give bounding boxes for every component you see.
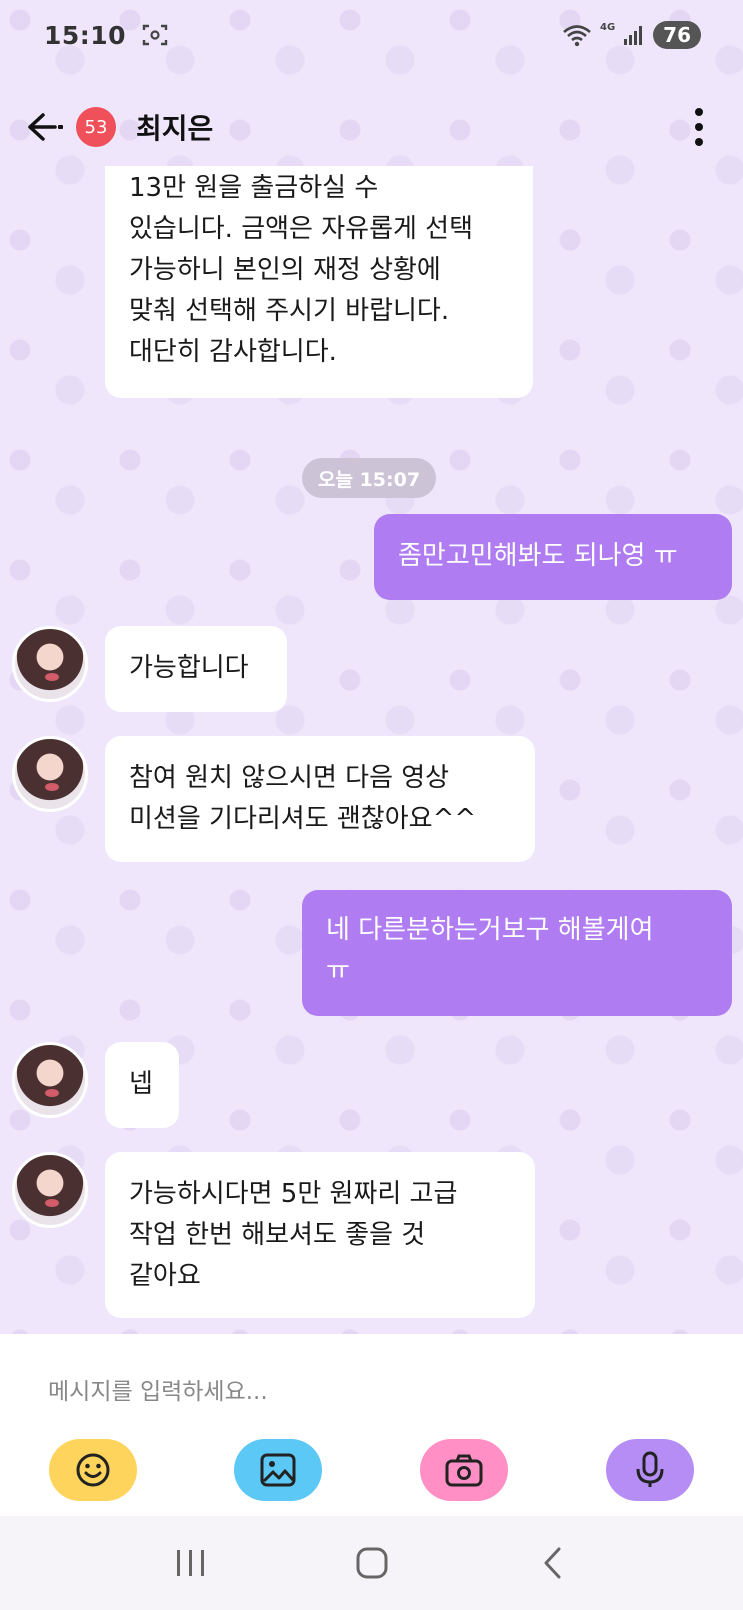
network-type-label: 4G — [599, 21, 616, 33]
back-arrow-icon — [28, 113, 63, 141]
image-icon — [260, 1453, 296, 1487]
wifi-icon — [563, 25, 591, 47]
incoming-message: 넵 — [105, 1042, 179, 1128]
back-button[interactable] — [26, 107, 66, 147]
home-icon — [356, 1547, 387, 1579]
contact-avatar[interactable] — [12, 1042, 88, 1118]
unread-count-badge: 53 — [76, 107, 116, 147]
more-dot-icon — [695, 123, 703, 131]
emoji-button[interactable] — [49, 1439, 137, 1501]
contact-name[interactable]: 최지은 — [136, 107, 213, 147]
message-list[interactable]: 13만 원을 출금하실 수 있습니다. 금액은 자유롭게 선택 가능하니 본인의… — [0, 166, 743, 1334]
more-dot-icon — [695, 108, 703, 116]
incoming-message: 13만 원을 출금하실 수 있습니다. 금액은 자유롭게 선택 가능하니 본인의… — [105, 166, 533, 398]
more-options-button[interactable] — [681, 102, 717, 152]
outgoing-message: 네 다른분하는거보구 해볼게여 ㅠ — [302, 890, 732, 1016]
system-back-button[interactable] — [523, 1538, 583, 1588]
incoming-message: 참여 원치 않으시면 다음 영상 미션을 기다리셔도 괜찮아요^^ — [105, 736, 535, 862]
image-button[interactable] — [234, 1439, 322, 1501]
camera-button[interactable] — [420, 1439, 508, 1501]
composer — [0, 1334, 743, 1516]
contact-avatar[interactable] — [12, 1152, 88, 1228]
battery-indicator: 76 — [653, 21, 701, 49]
date-divider: 오늘 15:07 — [302, 458, 437, 498]
camera-icon — [445, 1454, 483, 1487]
signal-icon — [624, 26, 643, 45]
screenshot-icon — [142, 24, 168, 46]
contact-avatar[interactable] — [12, 626, 88, 702]
emoji-icon — [76, 1453, 110, 1487]
contact-avatar[interactable] — [12, 736, 88, 812]
microphone-icon — [636, 1451, 664, 1487]
recent-apps-icon — [176, 1550, 204, 1576]
status-time: 15:10 — [44, 20, 127, 50]
status-indicators: 4G 76 — [562, 21, 701, 49]
voice-button[interactable] — [606, 1439, 694, 1501]
chat-header: 53 최지은 — [0, 88, 743, 166]
chevron-left-icon — [544, 1547, 560, 1579]
system-navigation-bar — [0, 1516, 743, 1610]
home-button[interactable] — [342, 1538, 402, 1588]
outgoing-message: 좀만고민해봐도 되나영 ㅠ — [374, 514, 732, 600]
incoming-message: 가능합니다 — [105, 626, 287, 712]
recent-apps-button[interactable] — [161, 1538, 221, 1588]
message-input[interactable] — [48, 1372, 688, 1412]
status-bar: 15:10 4G 76 — [0, 0, 743, 70]
incoming-message: 가능하시다면 5만 원짜리 고급 작업 한번 해보셔도 좋을 것 같아요 — [105, 1152, 535, 1318]
more-dot-icon — [695, 138, 703, 146]
